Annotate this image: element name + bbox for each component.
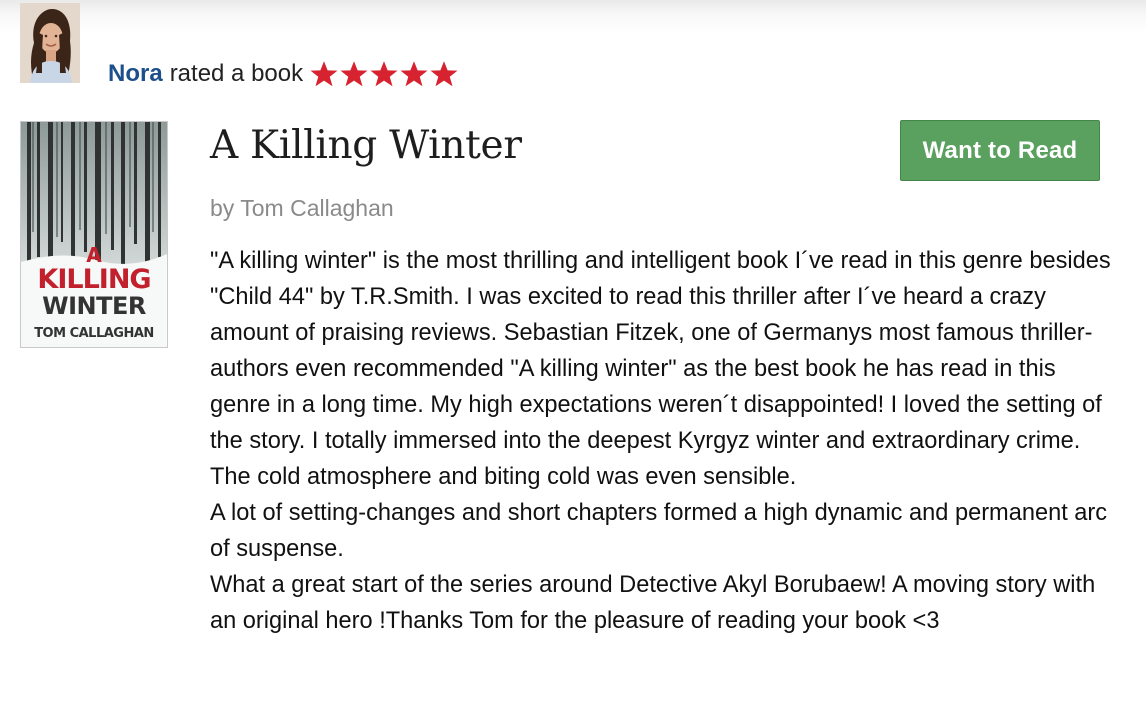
- star-icon: [340, 61, 368, 87]
- avatar[interactable]: [20, 3, 80, 83]
- star-icon: [370, 61, 398, 87]
- activity-line: Nora rated a book: [108, 58, 459, 90]
- want-to-read-button[interactable]: Want to Read: [900, 120, 1100, 181]
- cover-author: TOM CALLAGHAN: [34, 326, 154, 341]
- star-icon: [310, 61, 338, 87]
- rating-stars: [309, 60, 459, 88]
- review-paragraph: "A killing winter" is the most thrilling…: [210, 248, 1111, 490]
- review-paragraph: What a great start of the series around …: [210, 572, 1096, 634]
- cover-title-winter: WINTER: [42, 292, 146, 320]
- book-author: by Tom Callaghan: [210, 195, 394, 221]
- star-icon: [400, 61, 428, 87]
- review-text: "A killing winter" is the most thrilling…: [210, 243, 1115, 639]
- cover-title-killing: KILLING: [37, 264, 150, 295]
- activity-action-text: rated a book: [169, 60, 304, 87]
- book-cover[interactable]: A KILLING WINTER TOM CALLAGHAN: [20, 121, 168, 348]
- book-title[interactable]: A Killing Winter: [210, 120, 522, 172]
- avatar-photo: [20, 3, 80, 83]
- review-paragraph: A lot of setting-changes and short chapt…: [210, 500, 1108, 562]
- user-name-link[interactable]: Nora: [108, 60, 163, 88]
- star-icon: [430, 61, 458, 87]
- book-cover-art: A KILLING WINTER TOM CALLAGHAN: [21, 122, 167, 347]
